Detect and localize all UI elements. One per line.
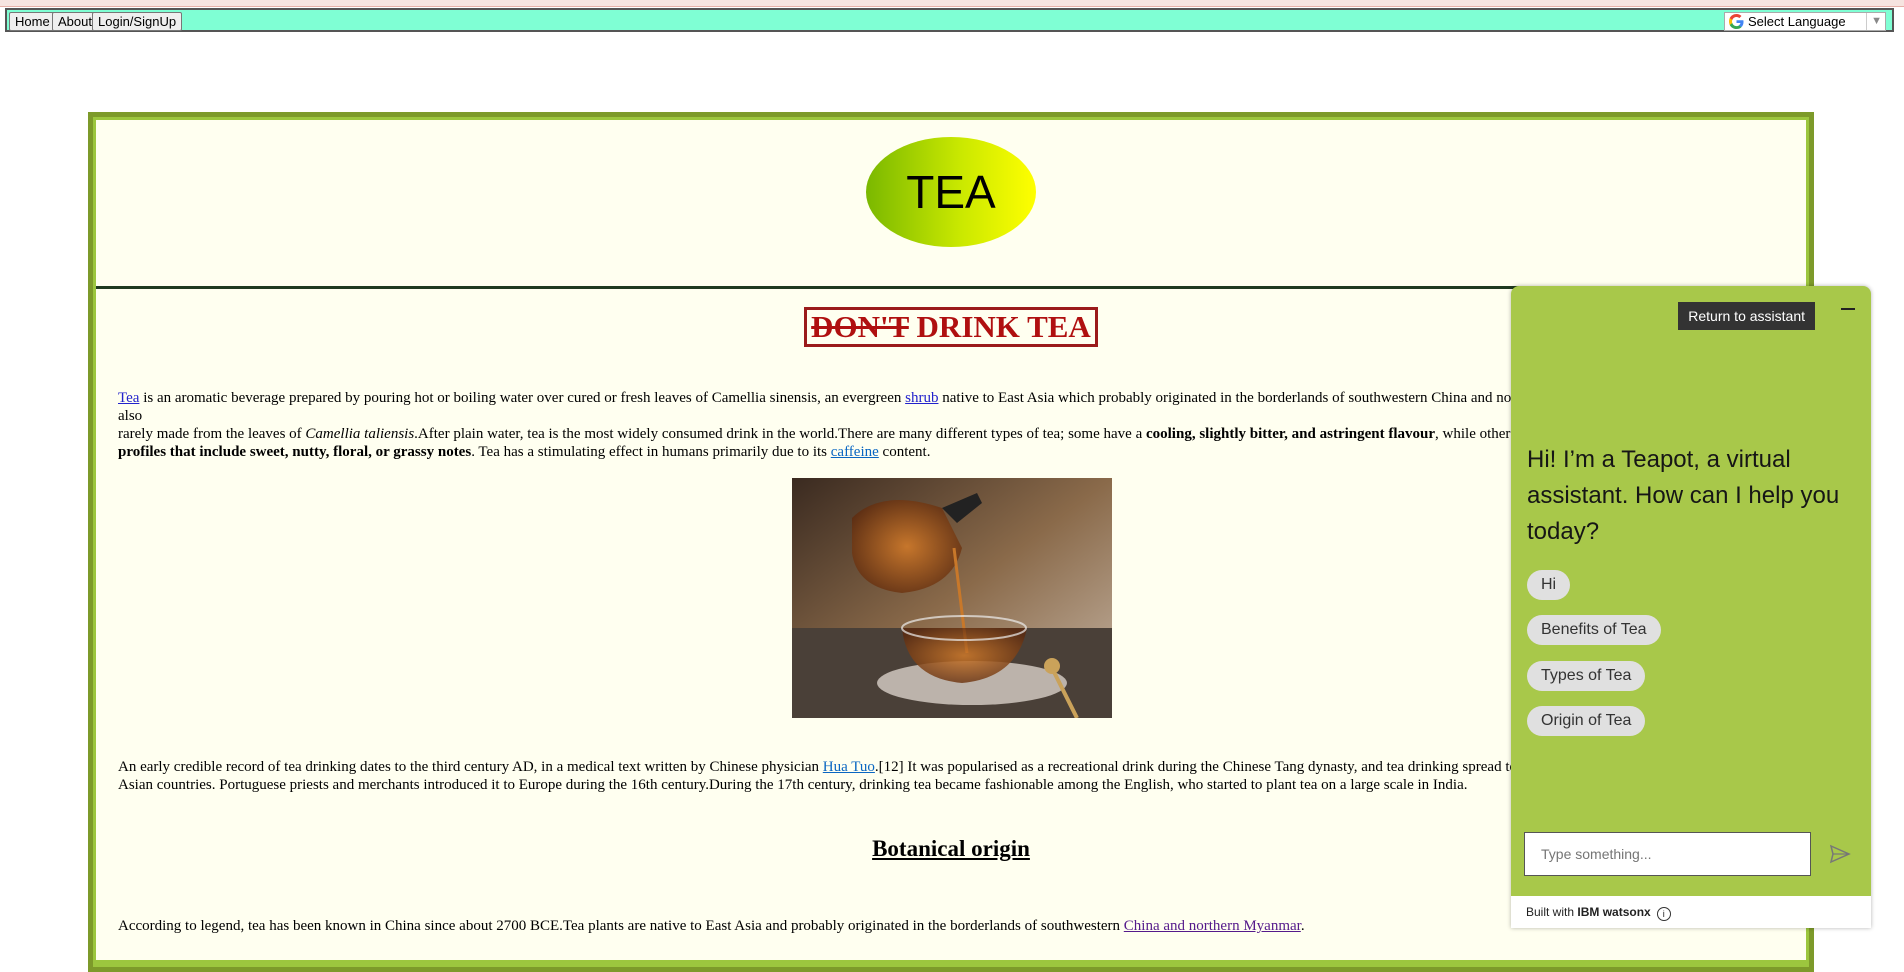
google-icon (1729, 14, 1744, 29)
history-text-2: .[12] It was popularised as a recreation… (874, 759, 1582, 775)
botanical-paragraph: According to legend, tea has been known … (118, 917, 1678, 935)
return-to-assistant-button[interactable]: Return to assistant (1678, 302, 1815, 330)
footer-brand: IBM watsonx (1577, 905, 1651, 919)
history-paragraph: An early credible record of tea drinking… (118, 758, 1678, 794)
minimize-icon[interactable] (1841, 308, 1855, 310)
quick-reply-benefits[interactable]: Benefits of Tea (1527, 615, 1661, 645)
caffeine-link[interactable]: caffeine (831, 444, 879, 460)
send-icon[interactable] (1816, 832, 1862, 876)
page-subtitle: DON'T DRINK TEA (804, 307, 1098, 347)
intro-italic: Camellia taliensis (305, 426, 415, 442)
botanical-text-2: . (1300, 918, 1305, 934)
history-text-3: Asian countries. Portuguese priests and … (118, 777, 1468, 793)
intro-text-6: . Tea has a stimulating effect in humans… (471, 444, 831, 460)
browser-top-strip (0, 0, 1904, 7)
tea-logo: TEA (866, 137, 1036, 247)
assistant-greeting: Hi! I’m a Teapot, a virtual assistant. H… (1527, 446, 1840, 545)
info-icon[interactable]: i (1656, 907, 1671, 921)
message-input[interactable] (1539, 833, 1803, 875)
message-input-wrapper (1524, 832, 1811, 876)
hua-tuo-link[interactable]: Hua Tuo (823, 759, 875, 775)
botanical-text-1: According to legend, tea has been known … (118, 918, 1124, 934)
subtitle-rest: DRINK TEA (908, 309, 1091, 344)
login-signup-button[interactable]: Login/SignUp (92, 12, 183, 31)
intro-text-7: content. (878, 444, 931, 460)
shrub-link[interactable]: shrub (905, 390, 938, 406)
quick-reply-origin[interactable]: Origin of Tea (1527, 706, 1646, 736)
tea-pouring-photo (792, 478, 1112, 718)
language-label: Select Language (1748, 14, 1846, 29)
quick-reply-hi[interactable]: Hi (1527, 570, 1571, 600)
intro-bold-1: cooling, slightly bitter, and astringent… (1145, 426, 1436, 442)
chat-assistant-panel: Return to assistant Hi! I’m a Teapot, a … (1511, 286, 1871, 928)
footer-prefix: Built with (1526, 905, 1578, 919)
header-section: TEA (96, 120, 1806, 289)
china-myanmar-link[interactable]: China and northern Myanmar (1124, 918, 1301, 934)
tea-link[interactable]: Tea (118, 390, 139, 406)
history-text-1: An early credible record of tea drinking… (118, 759, 823, 775)
intro-text-3: rarely made from the leaves of (118, 426, 306, 442)
subtitle-struck-word: DON'T (811, 309, 909, 344)
intro-text-1: is an aromatic beverage prepared by pour… (139, 390, 906, 406)
chevron-down-icon: ▼ (1866, 13, 1882, 30)
home-button[interactable]: Home (9, 12, 56, 31)
navbar: Home About Login/SignUp Select Language … (5, 8, 1894, 32)
intro-bold-2: profiles that include sweet, nutty, flor… (118, 444, 472, 460)
quick-reply-types[interactable]: Types of Tea (1527, 661, 1646, 691)
chat-footer: Built with IBM watsonx i (1511, 896, 1871, 928)
language-select[interactable]: Select Language ▼ (1724, 12, 1886, 31)
intro-text-4: .After plain water, tea is the most wide… (414, 426, 1146, 442)
intro-paragraph: Tea is an aromatic beverage prepared by … (118, 389, 1678, 461)
